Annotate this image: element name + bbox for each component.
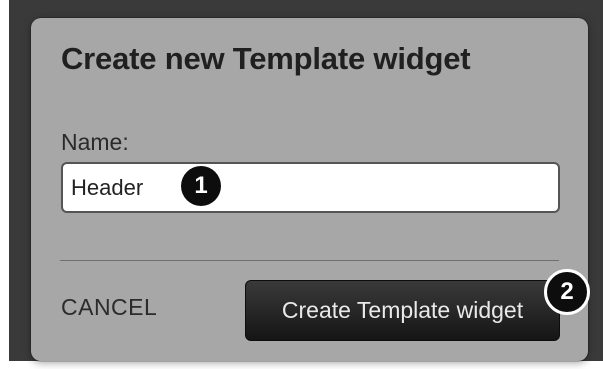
create-template-widget-dialog: Create new Template widget Name: CANCEL … (31, 18, 588, 361)
create-template-widget-button[interactable]: Create Template widget (245, 280, 560, 341)
callout-badge-2: 2 (544, 269, 590, 315)
name-label: Name: (61, 129, 129, 155)
name-input[interactable] (61, 162, 560, 213)
create-button-label: Create Template widget (281, 297, 524, 323)
divider (60, 260, 559, 261)
dialog-title: Create new Template widget (61, 41, 471, 76)
cancel-button[interactable]: CANCEL (61, 294, 157, 321)
screenshot: Create new Template widget Name: CANCEL … (0, 0, 603, 369)
callout-badge-1: 1 (181, 166, 221, 206)
